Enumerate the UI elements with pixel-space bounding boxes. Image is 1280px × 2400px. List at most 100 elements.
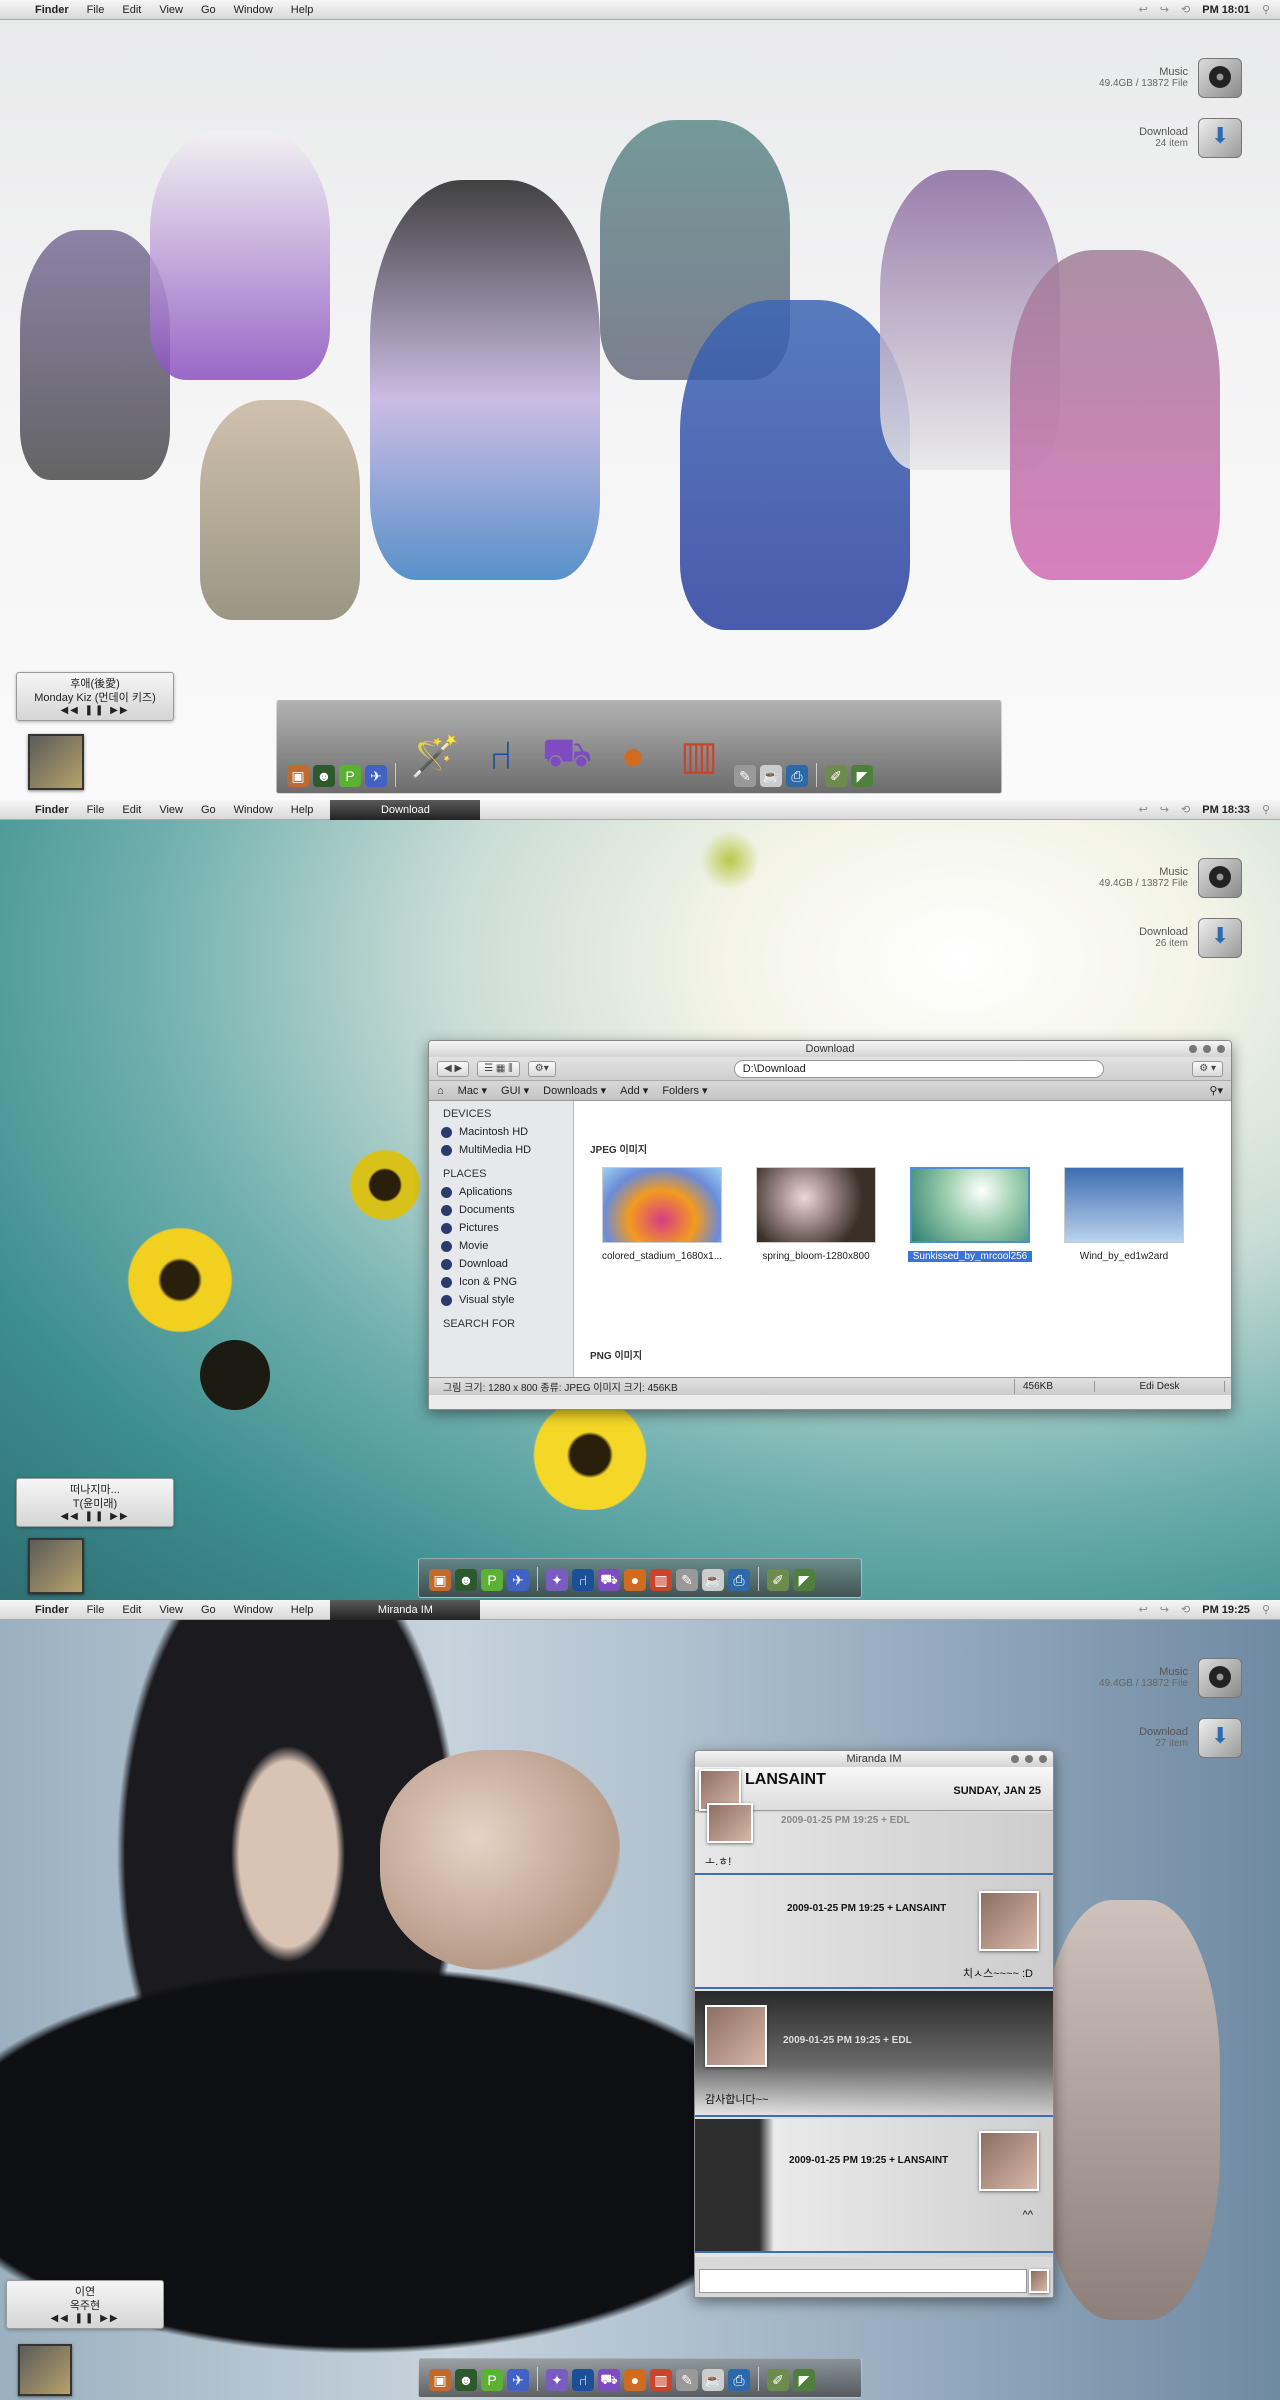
finder-window[interactable]: Download ◀ ▶ ☰ ▦ ⫼ ⚙▾ D:\Download ⚙ ▾ ⌂ … bbox=[428, 1040, 1232, 1410]
refresh-icon[interactable]: ⟲ bbox=[1181, 3, 1190, 16]
menu-window[interactable]: Window bbox=[225, 800, 282, 820]
menu-view[interactable]: View bbox=[150, 1600, 192, 1620]
chair-dock-icon[interactable]: ⑁ bbox=[572, 1569, 594, 1591]
music-drive[interactable]: Music 49.4GB / 13872 File bbox=[1022, 58, 1242, 98]
pathbar-mac[interactable]: Mac ▾ bbox=[458, 1084, 487, 1097]
sidebar-item-icon-png[interactable]: Icon & PNG bbox=[429, 1273, 573, 1291]
finder-dock-icon[interactable]: ▣ bbox=[429, 2369, 451, 2391]
plane-dock-icon[interactable]: ✈ bbox=[507, 1569, 529, 1591]
sidebar-item-movie[interactable]: Movie bbox=[429, 1237, 573, 1255]
action-menu-button[interactable]: ⚙▾ bbox=[527, 1060, 556, 1077]
close-button[interactable] bbox=[1217, 1045, 1225, 1053]
hard-drive-icon[interactable] bbox=[1198, 1658, 1242, 1698]
spotlight-search-icon[interactable]: ⚲ bbox=[1262, 803, 1270, 816]
message-log[interactable]: 2009-01-25 PM 19:25 + EDL ㅗ.ㅎ! 2009-01-2… bbox=[695, 1803, 1053, 2257]
plane-dock-icon[interactable]: ✈ bbox=[365, 765, 387, 787]
mug-dock-icon[interactable]: ☕ bbox=[702, 1569, 724, 1591]
books-dock-icon[interactable]: ▥ bbox=[650, 2369, 672, 2391]
menu-finder[interactable]: Finder bbox=[26, 0, 78, 20]
pathbar-folders[interactable]: Folders ▾ bbox=[662, 1084, 707, 1097]
messenger-dock-icon[interactable]: ☻ bbox=[313, 765, 335, 787]
printer-dock-icon[interactable]: ⎙ bbox=[728, 2369, 750, 2391]
home-icon[interactable]: ⌂ bbox=[437, 1085, 444, 1097]
finder-dock-icon[interactable]: ▣ bbox=[287, 765, 309, 787]
minimize-button[interactable] bbox=[1011, 1755, 1019, 1763]
menu-finder[interactable]: Finder bbox=[26, 1600, 78, 1620]
refresh-icon[interactable]: ⟲ bbox=[1181, 1603, 1190, 1616]
mug-dock-icon[interactable]: ☕ bbox=[760, 765, 782, 787]
menu-help[interactable]: Help bbox=[282, 0, 323, 20]
sidebar-item-pictures[interactable]: Pictures bbox=[429, 1219, 573, 1237]
color-wand-dock-icon[interactable]: 🪄 bbox=[404, 725, 466, 787]
color-wand-dock-icon[interactable]: ✦ bbox=[546, 2369, 568, 2391]
basketball-dock-icon[interactable]: ● bbox=[602, 725, 664, 787]
sidebar-header-devices[interactable]: DEVICES bbox=[429, 1105, 573, 1123]
undo-icon[interactable]: ↩ bbox=[1139, 3, 1148, 16]
menu-clock[interactable]: PM 18:33 bbox=[1202, 804, 1250, 816]
trash-dock-icon[interactable]: ✎ bbox=[676, 2369, 698, 2391]
sidebar-header-places[interactable]: PLACES bbox=[429, 1165, 573, 1183]
mug-dock-icon[interactable]: ☕ bbox=[702, 2369, 724, 2391]
gauge-dock-icon[interactable]: ◤ bbox=[851, 765, 873, 787]
menu-clock[interactable]: PM 19:25 bbox=[1202, 1604, 1250, 1616]
now-playing-widget[interactable]: 떠나지마... T(윤미래) ◀◀ ❚❚ ▶▶ bbox=[16, 1478, 174, 1527]
gauge-dock-icon[interactable]: ◤ bbox=[793, 2369, 815, 2391]
menu-edit[interactable]: Edit bbox=[113, 0, 150, 20]
close-button[interactable] bbox=[1039, 1755, 1047, 1763]
menu-clock[interactable]: PM 18:01 bbox=[1202, 4, 1250, 16]
p-app-dock-icon[interactable]: P bbox=[339, 765, 361, 787]
menu-edit[interactable]: Edit bbox=[113, 1600, 150, 1620]
menu-go[interactable]: Go bbox=[192, 800, 225, 820]
menu-help[interactable]: Help bbox=[282, 1600, 323, 1620]
search-icon[interactable]: ⚲▾ bbox=[1209, 1084, 1223, 1097]
pencil-dock-icon[interactable]: ✐ bbox=[825, 765, 847, 787]
playback-controls[interactable]: ◀◀ ❚❚ ▶▶ bbox=[9, 2313, 161, 2324]
minimize-button[interactable] bbox=[1189, 1045, 1197, 1053]
send-avatar-button[interactable] bbox=[1029, 2269, 1049, 2293]
download-drive[interactable]: Download 24 item bbox=[1022, 118, 1242, 158]
truck-dock-icon[interactable]: ⛟ bbox=[598, 1569, 620, 1591]
file-item[interactable]: Wind_by_ed1w2ard bbox=[1062, 1167, 1186, 1262]
zoom-button[interactable] bbox=[1025, 1755, 1033, 1763]
back-forward-buttons[interactable]: ◀ ▶ bbox=[437, 1060, 470, 1077]
basketball-dock-icon[interactable]: ● bbox=[624, 2369, 646, 2391]
music-drive[interactable]: Music 49.4GB / 13872 File bbox=[1022, 1658, 1242, 1698]
undo-icon[interactable]: ↩ bbox=[1139, 803, 1148, 816]
playback-controls[interactable]: ◀◀ ❚❚ ▶▶ bbox=[19, 1511, 171, 1522]
messenger-dock-icon[interactable]: ☻ bbox=[455, 2369, 477, 2391]
spotlight-search-icon[interactable]: ⚲ bbox=[1262, 3, 1270, 16]
active-window-tab[interactable]: Miranda IM bbox=[330, 1600, 481, 1620]
p-app-dock-icon[interactable]: P bbox=[481, 1569, 503, 1591]
miranda-im-window[interactable]: Miranda IM LANSAINT SUNDAY, JAN 25 2009-… bbox=[694, 1750, 1054, 2298]
hard-drive-icon[interactable] bbox=[1198, 858, 1242, 898]
message-input[interactable] bbox=[699, 2269, 1027, 2293]
redo-icon[interactable]: ↪ bbox=[1160, 3, 1169, 16]
menu-go[interactable]: Go bbox=[192, 0, 225, 20]
now-playing-widget[interactable]: 이연 옥주현 ◀◀ ❚❚ ▶▶ bbox=[6, 2280, 164, 2329]
menu-window[interactable]: Window bbox=[225, 0, 282, 20]
path-field[interactable]: D:\Download bbox=[733, 1059, 1105, 1078]
sidebar-item-macintosh-hd[interactable]: Macintosh HD bbox=[429, 1123, 573, 1141]
window-titlebar[interactable]: Download bbox=[429, 1041, 1231, 1057]
pathbar-downloads[interactable]: Downloads ▾ bbox=[543, 1084, 606, 1097]
printer-dock-icon[interactable]: ⎙ bbox=[728, 1569, 750, 1591]
sidebar-item-multimedia-hd[interactable]: MultiMedia HD bbox=[429, 1141, 573, 1159]
redo-icon[interactable]: ↪ bbox=[1160, 803, 1169, 816]
trash-dock-icon[interactable]: ✎ bbox=[676, 1569, 698, 1591]
file-item[interactable]: spring_bloom-1280x800 bbox=[754, 1167, 878, 1262]
zoom-button[interactable] bbox=[1203, 1045, 1211, 1053]
window-titlebar[interactable]: Miranda IM bbox=[695, 1751, 1053, 1767]
plane-dock-icon[interactable]: ✈ bbox=[507, 2369, 529, 2391]
menu-view[interactable]: View bbox=[150, 800, 192, 820]
download-folder-icon[interactable] bbox=[1198, 1718, 1242, 1758]
printer-dock-icon[interactable]: ⎙ bbox=[786, 765, 808, 787]
active-window-tab[interactable]: Download bbox=[330, 800, 481, 820]
menu-finder[interactable]: Finder bbox=[26, 800, 78, 820]
pencil-dock-icon[interactable]: ✐ bbox=[767, 1569, 789, 1591]
gauge-dock-icon[interactable]: ◤ bbox=[793, 1569, 815, 1591]
download-folder-icon[interactable] bbox=[1198, 918, 1242, 958]
playback-controls[interactable]: ◀◀ ❚❚ ▶▶ bbox=[19, 705, 171, 716]
truck-dock-icon[interactable]: ⛟ bbox=[598, 2369, 620, 2391]
file-item-selected[interactable]: Sunkissed_by_mrcool256 bbox=[908, 1167, 1032, 1262]
books-dock-icon[interactable]: ▥ bbox=[650, 1569, 672, 1591]
